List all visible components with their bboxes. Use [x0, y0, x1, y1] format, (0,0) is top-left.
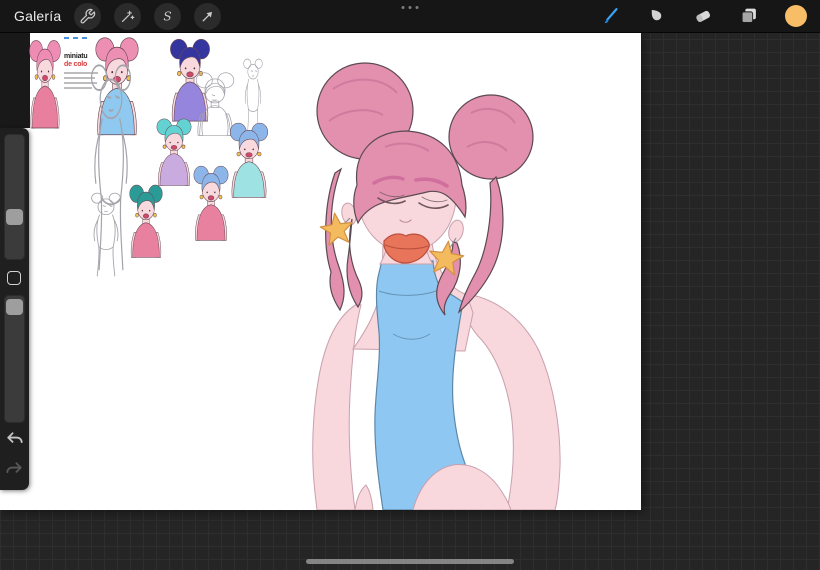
transform-arrow-icon — [199, 8, 216, 25]
canvas-thumbnail-blue-pink — [190, 164, 232, 242]
layers-button[interactable] — [738, 5, 760, 27]
adjustments-button[interactable] — [114, 3, 141, 30]
undo-icon — [3, 439, 26, 454]
smudge-button[interactable] — [646, 5, 668, 27]
redo-icon — [3, 469, 26, 484]
main-artwork — [295, 51, 565, 510]
side-toolbar — [0, 128, 29, 490]
transform-button[interactable] — [194, 3, 221, 30]
hair-bun-right — [449, 95, 533, 179]
selection-button[interactable]: S — [154, 3, 181, 30]
opacity-handle[interactable] — [6, 299, 23, 315]
modify-button[interactable] — [7, 271, 21, 285]
top-toolbar: Galería S — [0, 0, 820, 33]
magic-wand-icon — [119, 8, 136, 25]
smudge-finger-icon — [646, 5, 668, 27]
canvas-thumbnail-blue-cyan — [226, 121, 272, 199]
color-button[interactable] — [784, 4, 808, 28]
canvas-thumbnail-pink-rose — [26, 38, 64, 130]
erase-button[interactable] — [692, 5, 714, 27]
brush-size-handle[interactable] — [6, 209, 23, 225]
canvas-thumbnail-teal-pink — [126, 183, 166, 259]
gallery-button[interactable]: Galería — [14, 8, 61, 24]
layers-icon — [738, 5, 760, 27]
paint-button[interactable] — [600, 5, 622, 27]
multitask-dots[interactable] — [402, 6, 419, 9]
hair-strand-left-2 — [347, 219, 362, 307]
brush-icon — [600, 5, 622, 27]
eraser-icon — [692, 5, 714, 27]
wrench-icon — [79, 8, 96, 25]
canvas-thumbnail-sketch-bust-2 — [86, 191, 126, 277]
undo-button[interactable] — [3, 428, 26, 451]
actions-button[interactable] — [74, 3, 101, 30]
leg-left — [355, 485, 373, 510]
canvas-thumbnail-teal-lavender — [153, 117, 195, 187]
selection-s-icon: S — [159, 8, 176, 25]
redo-button[interactable] — [3, 458, 26, 481]
opacity-slider[interactable] — [4, 295, 25, 423]
drawing-canvas[interactable]: miniatu de colo — [0, 33, 641, 510]
brush-size-slider[interactable] — [4, 134, 25, 260]
svg-text:S: S — [164, 9, 172, 23]
arm-left — [313, 303, 361, 510]
home-indicator[interactable] — [306, 559, 514, 564]
color-swatch-circle — [784, 4, 808, 28]
